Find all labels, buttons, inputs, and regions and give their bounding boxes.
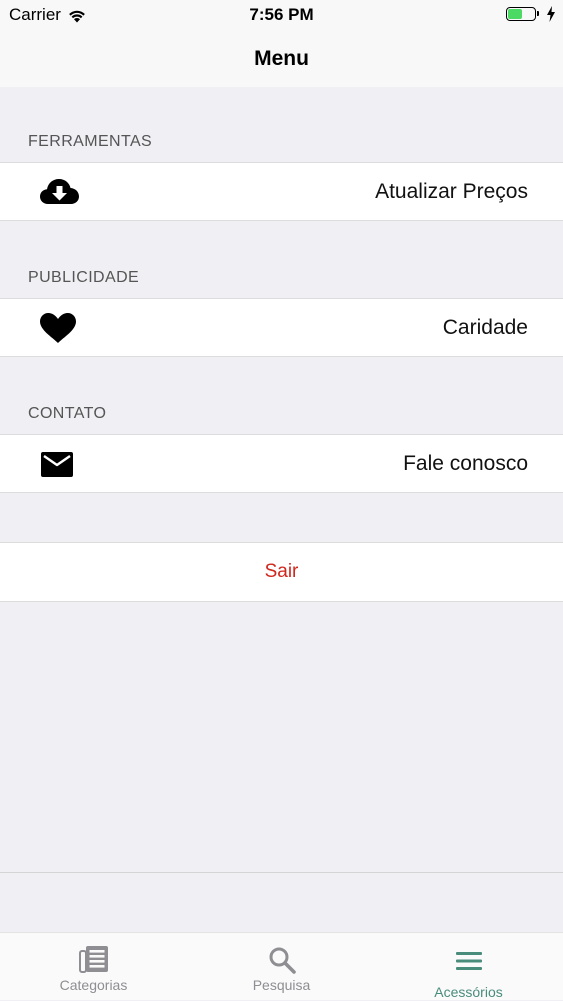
tab-categorias[interactable]: Categorias xyxy=(0,933,187,1001)
status-time: 7:56 PM xyxy=(249,5,314,24)
menu-row-label: Fale conosco xyxy=(403,452,528,475)
menu-row-update-prices[interactable]: Atualizar Preços xyxy=(0,162,563,221)
tab-acessorios[interactable]: Acessórios xyxy=(375,933,562,1001)
tab-label: Categorias xyxy=(59,977,128,993)
divider xyxy=(0,872,563,873)
tab-pesquisa[interactable]: Pesquisa xyxy=(188,933,375,1001)
status-bar: Carrier 7:56 PM xyxy=(0,0,563,30)
status-right xyxy=(506,6,556,22)
navigation-bar: Menu xyxy=(0,30,563,87)
charging-bolt-icon xyxy=(547,6,555,22)
battery-icon xyxy=(506,7,539,21)
section-header-contato: CONTATO xyxy=(28,405,107,422)
envelope-icon xyxy=(41,452,73,477)
newspaper-icon xyxy=(78,946,108,973)
search-icon xyxy=(269,947,296,974)
battery-level xyxy=(508,9,522,19)
signout-button[interactable]: Sair xyxy=(0,542,563,602)
menu-row-label: Caridade xyxy=(442,316,528,339)
cloud-download-icon xyxy=(40,179,79,204)
section-header-publicidade: PUBLICIDADE xyxy=(28,269,140,286)
menu-row-label: Atualizar Preços xyxy=(375,180,528,203)
heart-icon xyxy=(40,313,76,343)
section-header-ferramentas: FERRAMENTAS xyxy=(28,133,153,150)
tab-label: Acessórios xyxy=(434,984,503,1000)
menu-row-charity[interactable]: Caridade xyxy=(0,298,563,357)
tab-label: Pesquisa xyxy=(252,977,311,993)
menu-row-contact-us[interactable]: Fale conosco xyxy=(0,434,563,493)
page-title: Menu xyxy=(254,47,309,70)
tab-bar: Categorias Pesquisa Acessórios xyxy=(0,932,563,1000)
signout-label: Sair xyxy=(264,561,299,582)
hamburger-menu-icon xyxy=(455,952,482,970)
